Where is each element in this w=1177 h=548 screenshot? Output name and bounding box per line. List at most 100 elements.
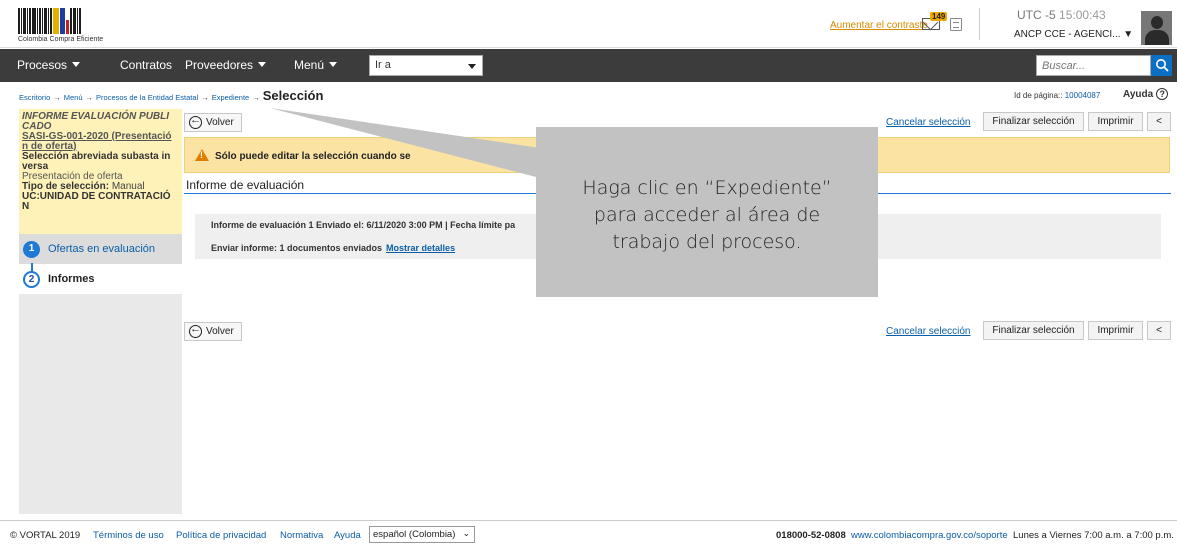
warning-text: Sólo puede editar la selección cuando se — [215, 151, 411, 162]
support-hours: Lunes a Viernes 7:00 a.m. a 7:00 p.m. — [1013, 530, 1174, 541]
chevron-down-icon — [258, 62, 267, 67]
breadcrumb-expediente[interactable]: Expediente — [212, 93, 250, 102]
breadcrumb-procesos[interactable]: Procesos de la Entidad Estatal — [96, 93, 198, 102]
step-number-badge: 1 — [23, 241, 40, 258]
nav-contratos-label: Contratos — [120, 58, 173, 72]
sidebar: INFORME EVALUACIÓN PUBLI CADO SASI-GS-00… — [19, 109, 182, 514]
terms-link[interactable]: Términos de uso — [93, 530, 164, 541]
arrow-right-icon: → — [252, 93, 260, 102]
callout-line-2: para acceder al área de — [593, 204, 821, 226]
colombia-compra-logo[interactable]: Colombia Compra Eficiente — [18, 8, 128, 44]
chevron-down-icon — [329, 62, 338, 67]
collapse-button[interactable]: < — [1147, 112, 1171, 131]
step-ofertas-en-evaluacion[interactable]: 1 Ofertas en evaluación — [19, 234, 182, 264]
user-avatar[interactable] — [1141, 11, 1172, 45]
page-id-value[interactable]: 10004087 — [1065, 91, 1101, 100]
help-icon: ? — [1156, 88, 1169, 100]
process-status: INFORME EVALUACIÓN PUBLI CADO — [22, 111, 170, 132]
section-title: Informe de evaluación — [186, 178, 305, 192]
step-connector — [31, 263, 33, 273]
step-informes[interactable]: 2 Informes — [19, 264, 182, 294]
privacy-link[interactable]: Política de privacidad — [176, 530, 266, 541]
callout-line-1: Haga clic en “Expediente” — [582, 177, 832, 199]
arrow-right-icon: → — [85, 93, 94, 102]
search-input[interactable] — [1036, 55, 1151, 76]
main-nav-bar: Procesos Contratos Proveedores Menú — [0, 49, 1177, 82]
callout-text: Haga clic en “Expediente” para acceder a… — [536, 175, 878, 256]
report-summary: Informe de evaluación 1 Enviado el: 6/11… — [211, 220, 516, 230]
nav-menu[interactable]: Menú — [294, 58, 338, 72]
report-send-status: Enviar informe: 1 documentos enviados Mos… — [211, 243, 455, 253]
print-button[interactable]: Imprimir — [1088, 112, 1143, 131]
nav-menu-label: Menú — [294, 58, 325, 72]
avatar-head-icon — [1151, 16, 1163, 29]
logo-text: Colombia Compra Eficiente — [18, 36, 104, 43]
language-select[interactable]: español (Colombia) ⌄ — [369, 526, 475, 543]
cancel-selection-link[interactable]: Cancelar selección — [886, 117, 971, 128]
help-label: Ayuda — [1123, 89, 1154, 100]
step-label: Ofertas en evaluación — [48, 243, 156, 255]
chevron-down-icon — [72, 62, 81, 67]
copyright: © VORTAL 2019 — [10, 530, 81, 541]
timezone-clock: UTC -5 15:00:43 — [1017, 8, 1106, 22]
search-button[interactable] — [1151, 55, 1172, 76]
back-arrow-icon — [189, 114, 202, 129]
breadcrumb: Escritorio → Menú → Procesos de la Entidad E… — [19, 88, 323, 103]
clock-time: 15:00:43 — [1059, 8, 1106, 22]
page-id-label: Id de página:: — [1014, 91, 1063, 100]
show-details-link[interactable]: Mostrar detalles — [386, 243, 455, 253]
finalize-selection-button-bottom[interactable]: Finalizar selección — [983, 321, 1084, 340]
nav-proveedores[interactable]: Proveedores — [185, 58, 267, 72]
page-title: Selección — [262, 88, 324, 103]
normativa-link[interactable]: Normativa — [280, 530, 323, 541]
arrow-right-icon: → — [53, 93, 61, 102]
process-reference-link[interactable]: SASI-GS-001-2020 (Presentació n de ofert… — [22, 132, 179, 152]
tutorial-callout: Haga clic en “Expediente” para acceder a… — [536, 127, 878, 297]
goto-select[interactable]: Ir a — [369, 55, 483, 76]
language-select-value: español (Colombia) — [373, 529, 456, 540]
arrow-right-icon: → — [201, 93, 209, 102]
back-button-label: Volver — [206, 117, 234, 128]
print-button-bottom[interactable]: Imprimir — [1088, 321, 1143, 340]
top-header: Colombia Compra Eficiente Aumentar el co… — [0, 0, 1177, 48]
process-type: Selección abreviada subasta in versa — [22, 151, 171, 172]
support-phone: 018000-52-0808 — [776, 530, 846, 541]
step-label: Informes — [48, 273, 95, 285]
warning-icon — [195, 149, 209, 161]
callout-line-3: trabajo del proceso. — [612, 231, 802, 253]
footer: © VORTAL 2019 Términos de uso Política d… — [0, 520, 1177, 548]
nav-contratos[interactable]: Contratos — [120, 58, 172, 72]
finalize-selection-button[interactable]: Finalizar selección — [983, 112, 1084, 131]
logo-barcode — [18, 8, 128, 34]
search-icon — [1156, 59, 1169, 72]
goto-select-value: Ir a — [375, 59, 391, 71]
chevron-down-icon — [468, 64, 476, 69]
header-divider — [979, 8, 980, 40]
back-button-label: Volver — [206, 326, 234, 337]
page-id: Id de página:: 10004087 — [1014, 91, 1100, 100]
chevron-down-icon: ⌄ — [462, 528, 470, 538]
step-number-badge: 2 — [23, 271, 40, 288]
breadcrumb-menu[interactable]: Menú — [64, 93, 83, 102]
back-button-bottom[interactable]: Volver — [184, 322, 242, 341]
increase-contrast-link[interactable]: Aumentar el contraste — [830, 20, 928, 31]
nav-procesos-label: Procesos — [17, 58, 68, 72]
avatar-body-icon — [1145, 30, 1169, 45]
collapse-button-bottom[interactable]: < — [1147, 321, 1171, 340]
nav-proveedores-label: Proveedores — [185, 58, 254, 72]
notes-icon[interactable] — [950, 18, 962, 31]
contracting-unit: UC:UNIDAD DE CONTRATACIÓ N — [22, 191, 171, 212]
cancel-selection-link-bottom[interactable]: Cancelar selección — [886, 326, 971, 337]
support-link[interactable]: www.colombiacompra.gov.co/soporte — [851, 530, 1008, 541]
timezone-label: UTC -5 — [1017, 8, 1056, 22]
breadcrumb-escritorio[interactable]: Escritorio — [19, 93, 50, 102]
footer-help-link[interactable]: Ayuda — [334, 530, 361, 541]
entity-selector[interactable]: ANCP CCE - AGENCI... ▼ — [1014, 29, 1133, 40]
process-info-panel: INFORME EVALUACIÓN PUBLI CADO SASI-GS-00… — [19, 109, 182, 234]
report-send-label: Enviar informe: 1 documentos enviados — [211, 243, 383, 253]
back-button[interactable]: Volver — [184, 113, 242, 132]
help-link[interactable]: Ayuda? — [1123, 88, 1169, 100]
mail-count-badge: 149 — [930, 12, 948, 21]
back-arrow-icon — [189, 323, 202, 338]
nav-procesos[interactable]: Procesos — [17, 58, 81, 72]
